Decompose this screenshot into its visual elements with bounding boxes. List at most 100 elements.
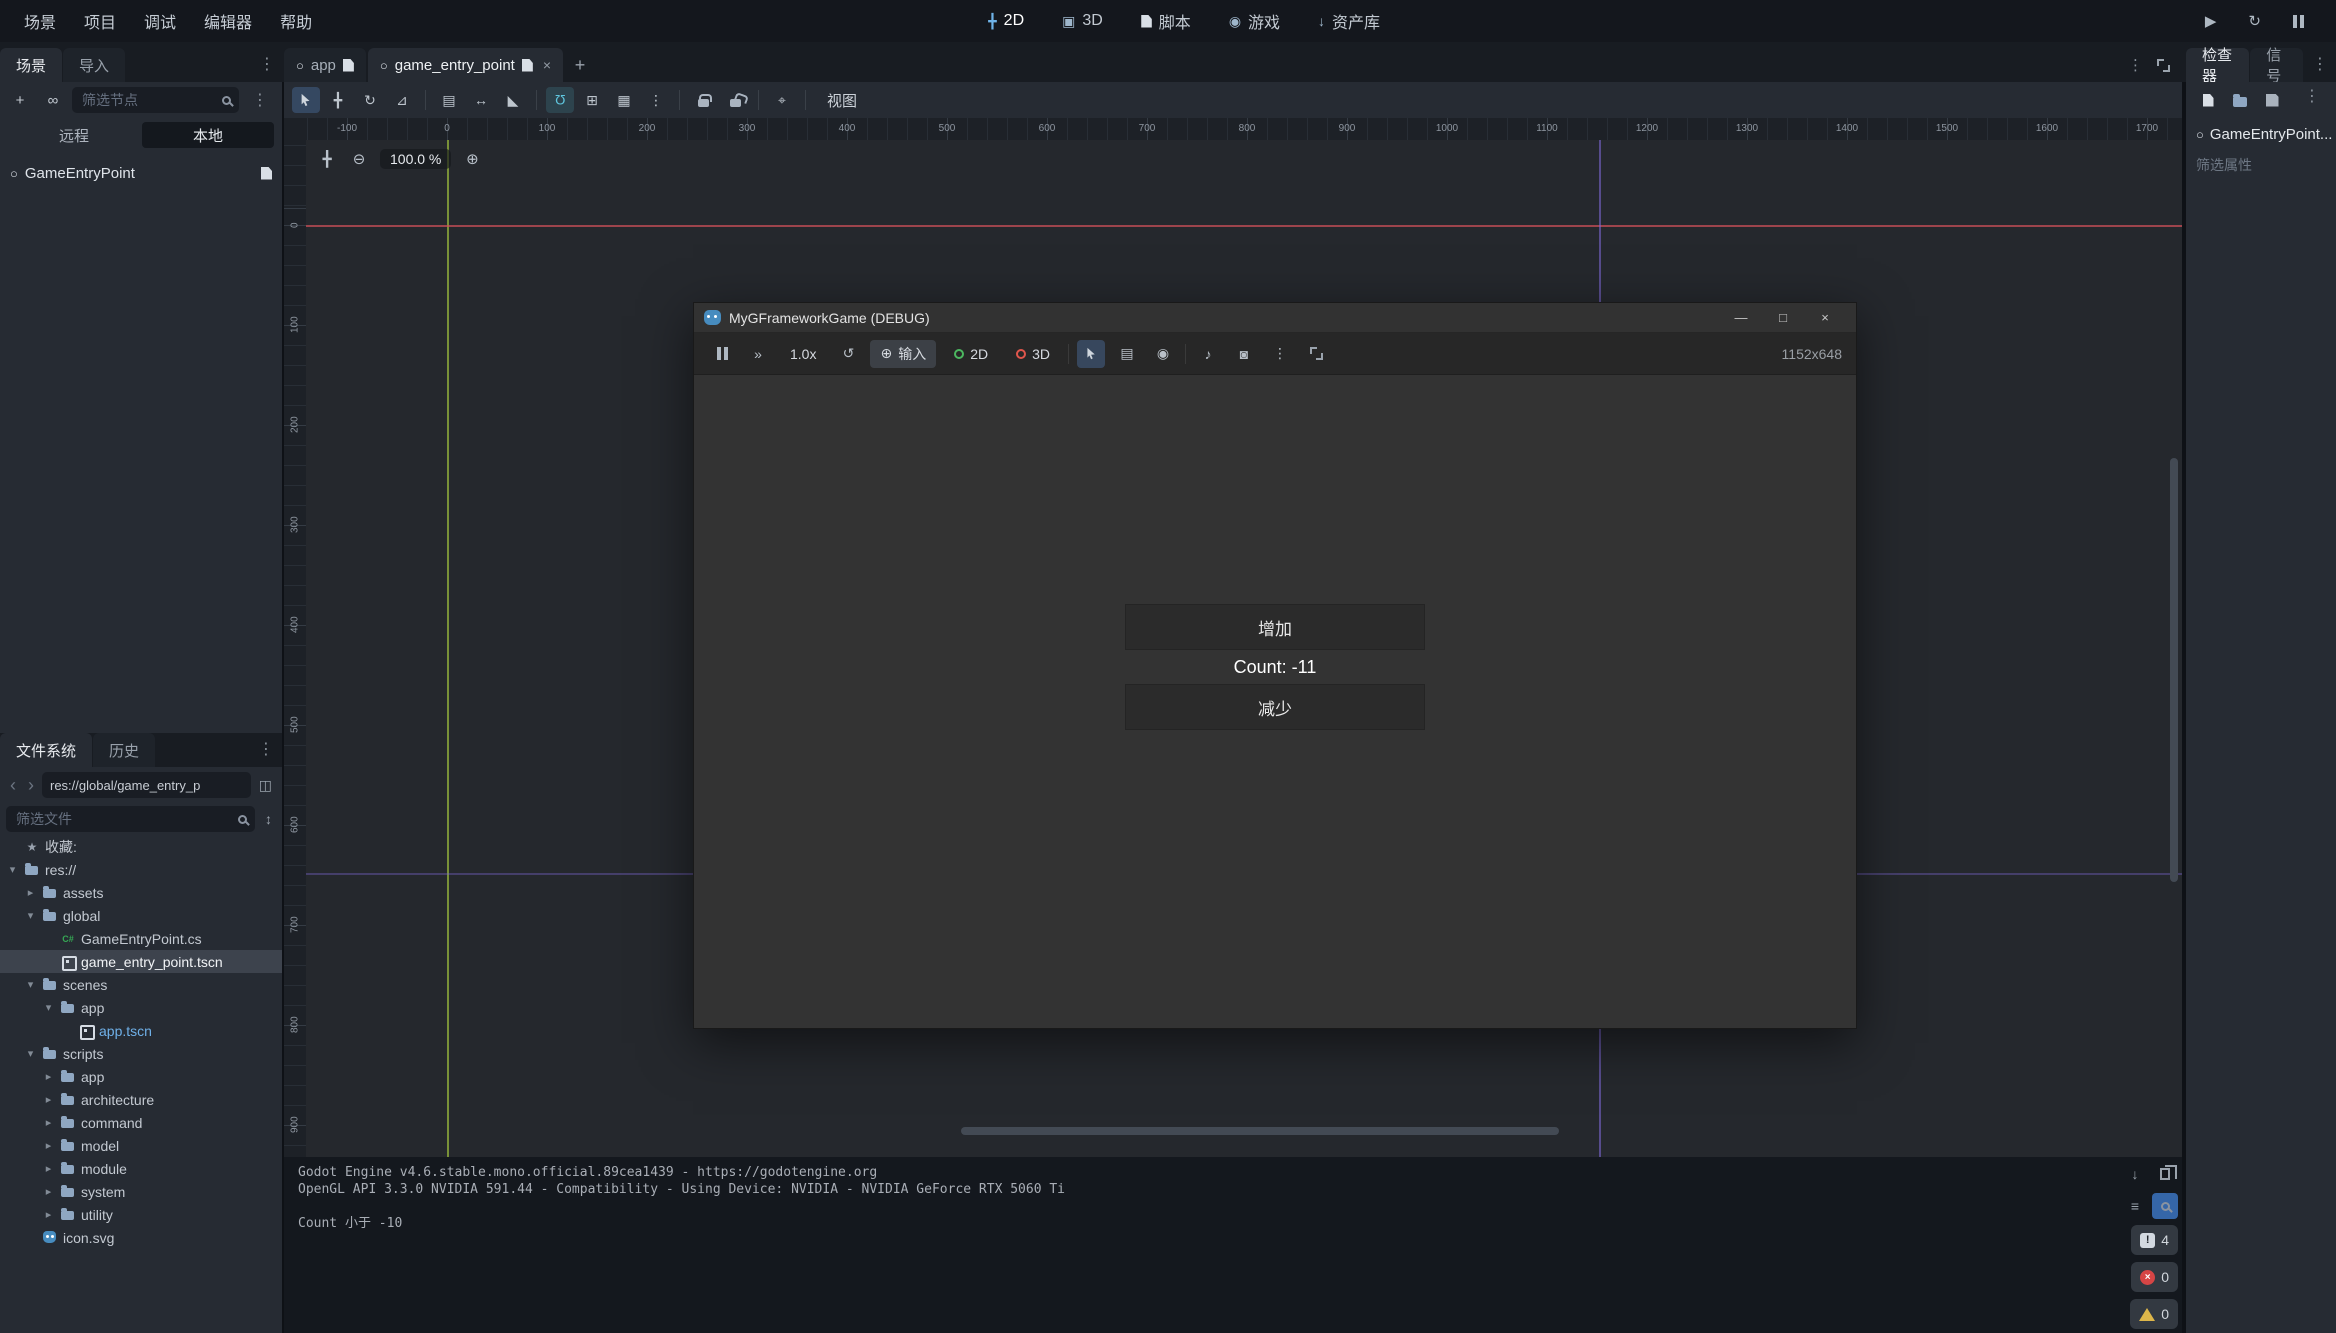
reload-button[interactable]: ↻ bbox=[2242, 11, 2267, 31]
expand-arrow-icon[interactable]: ▾ bbox=[24, 978, 37, 991]
fs-tree-item[interactable]: ▸ utility bbox=[0, 1203, 282, 1226]
snap-options-menu-icon[interactable]: ⋮ bbox=[642, 87, 670, 113]
filter-log-button[interactable]: ≡ bbox=[2122, 1193, 2148, 1219]
tab-history[interactable]: 历史 bbox=[93, 733, 155, 767]
2d-debug-button[interactable]: 2D bbox=[944, 340, 998, 368]
expand-arrow-icon[interactable]: ▸ bbox=[42, 1208, 55, 1221]
warnings-badge[interactable]: 0 bbox=[2130, 1299, 2178, 1329]
game-viewport[interactable]: 增加 Count: -11 减少 bbox=[694, 376, 1856, 1028]
scale-tool-button[interactable]: ⊿ bbox=[388, 87, 416, 113]
attached-script-icon[interactable] bbox=[261, 167, 272, 180]
distraction-free-icon[interactable] bbox=[2157, 59, 2170, 72]
decrease-button[interactable]: 减少 bbox=[1125, 684, 1425, 730]
path-input[interactable] bbox=[42, 772, 251, 798]
game-menu-icon[interactable]: ⋮ bbox=[1266, 340, 1294, 368]
pan-tool-button[interactable]: ↔ bbox=[467, 87, 495, 113]
expand-arrow-icon[interactable]: ▾ bbox=[42, 1001, 55, 1014]
fs-tree-item[interactable]: game_entry_point.tscn bbox=[0, 950, 282, 973]
fs-tree-item[interactable]: ▾ app bbox=[0, 996, 282, 1019]
grid-snap-button[interactable]: ⊞ bbox=[578, 87, 606, 113]
fullscreen-button[interactable] bbox=[1302, 340, 1330, 368]
close-button[interactable]: × bbox=[1804, 310, 1846, 325]
nav-back-icon[interactable]: ‹ bbox=[6, 775, 20, 796]
instance-scene-button[interactable]: ∞ bbox=[39, 86, 67, 114]
nav-forward-icon[interactable]: › bbox=[24, 775, 38, 796]
errors-badge[interactable]: ×0 bbox=[2131, 1262, 2178, 1292]
load-resource-button[interactable] bbox=[2226, 86, 2254, 114]
right-dock-menu-icon[interactable]: ⋮ bbox=[2304, 54, 2336, 74]
menubar-menu-item[interactable]: 场景 bbox=[10, 0, 70, 42]
fs-tree-item[interactable]: ▸ command bbox=[0, 1111, 282, 1134]
menubar-menu-item[interactable]: 项目 bbox=[70, 0, 130, 42]
menubar-menu-item[interactable]: 调试 bbox=[130, 0, 190, 42]
smart-snap-button[interactable]: Ω bbox=[546, 87, 574, 113]
fs-tree-item[interactable]: ▸ assets bbox=[0, 881, 282, 904]
2d-canvas[interactable]: ╋ ⊖ 100.0 % ⊕ MyGFrameworkGame (DEBUG) —… bbox=[306, 140, 2182, 1157]
split-view-icon[interactable]: ◫ bbox=[255, 777, 276, 794]
expand-arrow-icon[interactable]: ▸ bbox=[24, 886, 37, 899]
tab-inspector[interactable]: 检查器 bbox=[2186, 48, 2249, 82]
selection-list-button[interactable]: ▤ bbox=[435, 87, 463, 113]
select-tool-button[interactable] bbox=[292, 87, 320, 113]
expand-arrow-icon[interactable]: ▸ bbox=[42, 1093, 55, 1106]
scene-tree-menu-icon[interactable]: ⋮ bbox=[244, 90, 276, 110]
tab-signals[interactable]: 信号 bbox=[2250, 48, 2303, 82]
close-tab-icon[interactable]: × bbox=[543, 57, 551, 73]
tab-scene-dock[interactable]: 场景 bbox=[0, 48, 62, 82]
center-view-icon[interactable]: ╋ bbox=[316, 148, 338, 170]
fs-tree-item[interactable]: 收藏: bbox=[0, 835, 282, 858]
fs-tree-item[interactable]: ▾ res:// bbox=[0, 858, 282, 881]
node-list-button[interactable]: ▤ bbox=[1113, 340, 1141, 368]
expand-arrow-icon[interactable]: ▾ bbox=[6, 863, 19, 876]
add-node-button[interactable]: + bbox=[6, 86, 34, 114]
search-log-button[interactable] bbox=[2152, 1193, 2178, 1219]
canvas-vertical-scrollbar[interactable] bbox=[2170, 458, 2178, 882]
zoom-out-button[interactable]: ⊖ bbox=[348, 148, 370, 170]
new-resource-button[interactable] bbox=[2194, 86, 2222, 114]
expand-arrow-icon[interactable]: ▾ bbox=[24, 909, 37, 922]
input-mode-button[interactable]: ⊕输入 bbox=[870, 340, 936, 368]
visibility-button[interactable]: ◉ bbox=[1149, 340, 1177, 368]
new-scene-tab-button[interactable]: + bbox=[565, 48, 595, 82]
audio-mute-button[interactable]: ♪ bbox=[1194, 340, 1222, 368]
tab-filesystem[interactable]: 文件系统 bbox=[0, 733, 92, 767]
increase-button[interactable]: 增加 bbox=[1125, 604, 1425, 650]
filesystem-menu-icon[interactable]: ⋮ bbox=[250, 739, 282, 759]
ruler-tool-button[interactable]: ◣ bbox=[499, 87, 527, 113]
mode-3d-button[interactable]: ▣3D bbox=[1056, 11, 1109, 31]
fs-tree-item[interactable]: ▾ scenes bbox=[0, 973, 282, 996]
mode-game-button[interactable]: ◉游戏 bbox=[1223, 8, 1286, 34]
camera-override-button[interactable]: ◙ bbox=[1230, 340, 1258, 368]
local-tab-button[interactable]: 本地 bbox=[142, 122, 274, 148]
expand-arrow-icon[interactable]: ▸ bbox=[42, 1116, 55, 1129]
copy-log-button[interactable] bbox=[2152, 1161, 2178, 1187]
horizontal-ruler[interactable]: -100010020030040050060070080090010001100… bbox=[306, 118, 2182, 140]
inspected-node-row[interactable]: ○ GameEntryPoint... bbox=[2186, 118, 2336, 150]
3d-debug-button[interactable]: 3D bbox=[1006, 340, 1060, 368]
fs-tree-item[interactable]: ▸ app bbox=[0, 1065, 282, 1088]
fs-tree-item[interactable]: ▾ scripts bbox=[0, 1042, 282, 1065]
scene-tab-game-entry-point[interactable]: ○ game_entry_point × bbox=[368, 48, 563, 82]
mode-assetlib-button[interactable]: ↓资产库 bbox=[1312, 8, 1386, 34]
next-frame-button[interactable]: » bbox=[744, 340, 772, 368]
canvas-horizontal-scrollbar[interactable] bbox=[961, 1127, 1559, 1135]
scene-tab-app[interactable]: ○ app bbox=[284, 48, 366, 82]
menubar-menu-item[interactable]: 帮助 bbox=[266, 0, 326, 42]
remote-tab-button[interactable]: 远程 bbox=[8, 122, 140, 148]
fs-tree-item[interactable]: ▸ module bbox=[0, 1157, 282, 1180]
suspend-button[interactable] bbox=[708, 340, 736, 368]
sort-files-icon[interactable]: ↕ bbox=[261, 811, 276, 827]
pause-button[interactable] bbox=[2287, 14, 2310, 29]
tab-import-dock[interactable]: 导入 bbox=[63, 48, 125, 82]
maximize-button[interactable]: □ bbox=[1762, 310, 1804, 325]
vertical-ruler[interactable]: 0100200300400500600700800900 bbox=[284, 140, 306, 1157]
play-button[interactable]: ▶ bbox=[2199, 11, 2223, 31]
fs-tree-item[interactable]: ▸ system bbox=[0, 1180, 282, 1203]
menubar-menu-item[interactable]: 编辑器 bbox=[190, 0, 266, 42]
expand-arrow-icon[interactable]: ▸ bbox=[42, 1070, 55, 1083]
grid-toggle-button[interactable]: ▦ bbox=[610, 87, 638, 113]
filter-properties-field[interactable]: 筛选属性 bbox=[2186, 150, 2336, 180]
fs-tree-item[interactable]: app.tscn bbox=[0, 1019, 282, 1042]
rotate-tool-button[interactable]: ↻ bbox=[356, 87, 384, 113]
scene-tabs-menu-icon[interactable]: ⋮ bbox=[2128, 56, 2143, 74]
